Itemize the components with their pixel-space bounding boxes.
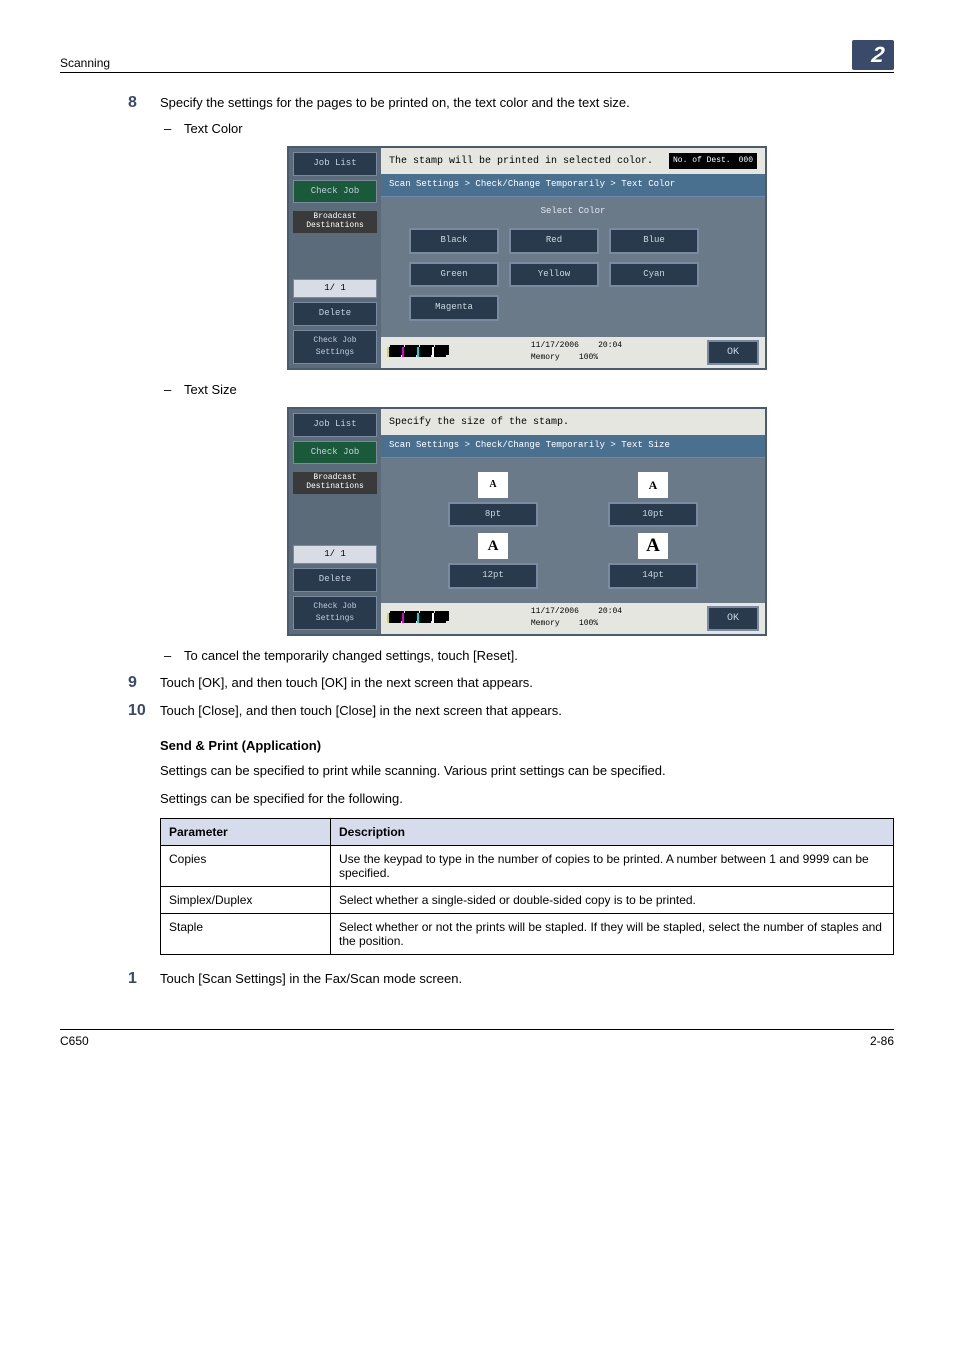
breadcrumb: Scan Settings > Check/Change Temporarily… xyxy=(381,435,765,458)
tab-job-list[interactable]: Job List xyxy=(293,413,377,437)
tab-job-list[interactable]: Job List xyxy=(293,152,377,176)
ymck-indicator: Y M C K xyxy=(387,613,446,623)
ss-message: The stamp will be printed in selected co… xyxy=(389,154,653,169)
size-14pt-button[interactable]: 14pt xyxy=(608,563,698,589)
param-name: Simplex/Duplex xyxy=(161,887,331,914)
ymck-indicator: Y M C K xyxy=(387,347,446,357)
sub-text-color: Text Color xyxy=(160,119,894,139)
step-text: Specify the settings for the pages to be… xyxy=(160,95,630,110)
table-row: Staple Select whether or not the prints … xyxy=(161,914,894,955)
color-cyan-button[interactable]: Cyan xyxy=(609,262,699,288)
page-header: Scanning 2 xyxy=(60,40,894,73)
step-text: Touch [Scan Settings] in the Fax/Scan mo… xyxy=(160,971,462,986)
ok-button[interactable]: OK xyxy=(707,340,759,365)
param-desc: Select whether or not the prints will be… xyxy=(331,914,894,955)
section-para-1: Settings can be specified to print while… xyxy=(160,761,894,781)
ss-mem-label: Memory xyxy=(531,619,560,628)
page-counter: 1/ 1 xyxy=(293,279,377,299)
color-black-button[interactable]: Black xyxy=(409,228,499,254)
section-heading: Send & Print (Application) xyxy=(160,738,894,753)
color-blue-button[interactable]: Blue xyxy=(609,228,699,254)
step-10: 10 Touch [Close], and then touch [Close]… xyxy=(160,701,894,721)
size-swatch-10pt: A xyxy=(638,472,668,498)
size-swatch-12pt: A xyxy=(478,533,508,559)
section-para-2: Settings can be specified for the follow… xyxy=(160,789,894,809)
size-8pt-button[interactable]: 8pt xyxy=(448,502,538,528)
step-text: Touch [Close], and then touch [Close] in… xyxy=(160,703,562,718)
size-swatch-8pt: A xyxy=(478,472,508,498)
ss-date: 11/17/2006 xyxy=(531,341,579,350)
step-1: 1 Touch [Scan Settings] in the Fax/Scan … xyxy=(160,969,894,989)
step-9: 9 Touch [OK], and then touch [OK] in the… xyxy=(160,673,894,693)
table-row: Copies Use the keypad to type in the num… xyxy=(161,846,894,887)
screenshot-text-color: Job List Check Job Broadcast Destination… xyxy=(287,146,767,370)
check-job-settings-button[interactable]: Check Job Settings xyxy=(293,330,377,364)
pane-subhead: Select Color xyxy=(389,205,757,219)
footer-right: 2-86 xyxy=(870,1034,894,1048)
color-green-button[interactable]: Green xyxy=(409,262,499,288)
dest-label: No. of Dest. xyxy=(673,155,731,167)
color-red-button[interactable]: Red xyxy=(509,228,599,254)
check-job-settings-button[interactable]: Check Job Settings xyxy=(293,596,377,630)
ss-mem-label: Memory xyxy=(531,353,560,362)
step-number: 1 xyxy=(128,967,137,991)
ss-time: 20:04 xyxy=(598,341,622,350)
color-yellow-button[interactable]: Yellow xyxy=(509,262,599,288)
dest-value: 000 xyxy=(739,155,753,167)
tab-check-job[interactable]: Check Job xyxy=(293,180,377,204)
ss-mem-val: 100% xyxy=(579,619,598,628)
delete-button[interactable]: Delete xyxy=(293,568,377,592)
color-magenta-button[interactable]: Magenta xyxy=(409,295,499,321)
parameter-table: Parameter Description Copies Use the key… xyxy=(160,818,894,955)
ok-button[interactable]: OK xyxy=(707,606,759,631)
sub-cancel-reset: To cancel the temporarily changed settin… xyxy=(160,646,894,666)
param-name: Copies xyxy=(161,846,331,887)
broadcast-destinations: Broadcast Destinations xyxy=(293,472,377,494)
delete-button[interactable]: Delete xyxy=(293,302,377,326)
table-row: Simplex/Duplex Select whether a single-s… xyxy=(161,887,894,914)
col-description: Description xyxy=(331,819,894,846)
col-parameter: Parameter xyxy=(161,819,331,846)
step-number: 8 xyxy=(128,91,137,115)
param-name: Staple xyxy=(161,914,331,955)
ss-date: 11/17/2006 xyxy=(531,607,579,616)
section-name: Scanning xyxy=(60,56,110,70)
step-number: 10 xyxy=(128,699,146,723)
size-10pt-button[interactable]: 10pt xyxy=(608,502,698,528)
ss-message: Specify the size of the stamp. xyxy=(389,415,569,430)
step-number: 9 xyxy=(128,671,137,695)
step-8: 8 Specify the settings for the pages to … xyxy=(160,93,894,665)
param-desc: Use the keypad to type in the number of … xyxy=(331,846,894,887)
footer-left: C650 xyxy=(60,1034,89,1048)
tab-check-job[interactable]: Check Job xyxy=(293,441,377,465)
page-footer: C650 2-86 xyxy=(60,1029,894,1048)
broadcast-destinations: Broadcast Destinations xyxy=(293,211,377,233)
page-counter: 1/ 1 xyxy=(293,545,377,565)
chapter-badge: 2 xyxy=(852,40,894,70)
step-text: Touch [OK], and then touch [OK] in the n… xyxy=(160,675,533,690)
breadcrumb: Scan Settings > Check/Change Temporarily… xyxy=(381,174,765,197)
screenshot-text-size: Job List Check Job Broadcast Destination… xyxy=(287,407,767,636)
size-12pt-button[interactable]: 12pt xyxy=(448,563,538,589)
ss-mem-val: 100% xyxy=(579,353,598,362)
size-swatch-14pt: A xyxy=(638,533,668,559)
sub-text-size: Text Size xyxy=(160,380,894,400)
param-desc: Select whether a single-sided or double-… xyxy=(331,887,894,914)
ss-time: 20:04 xyxy=(598,607,622,616)
